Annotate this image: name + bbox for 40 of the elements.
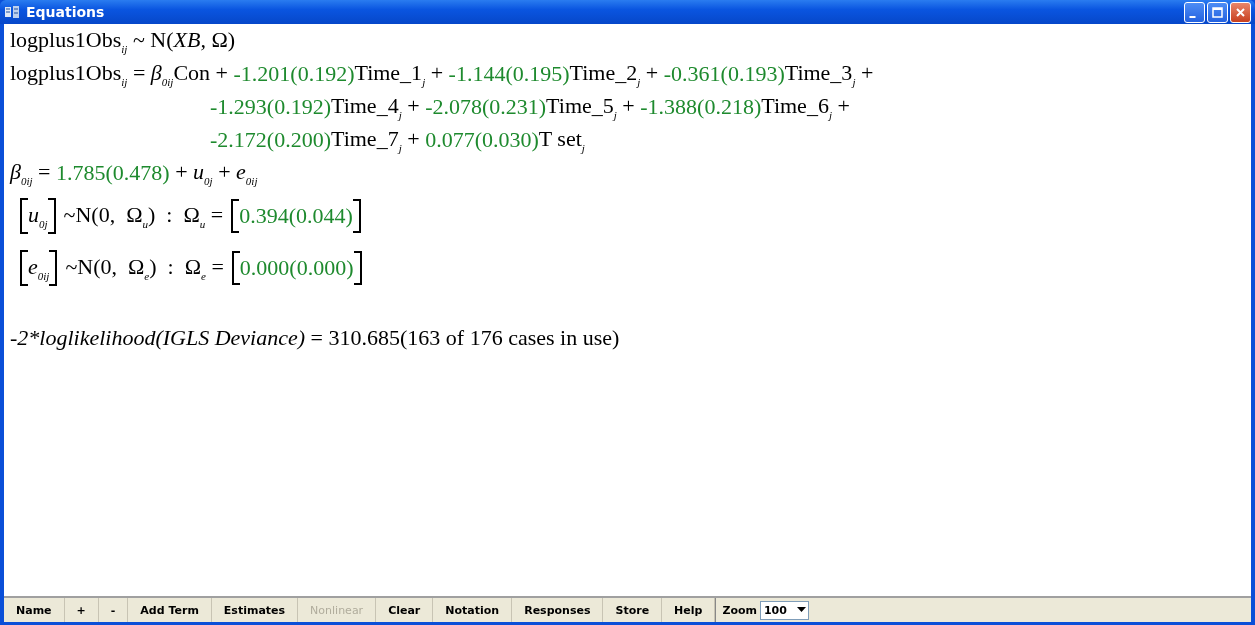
equation-term: Time_6$_{j}$ + [761,92,850,121]
minimize-icon [1189,16,1196,18]
zoom-dropdown[interactable]: 100 [759,600,809,620]
maximize-button[interactable] [1207,1,1228,23]
maximize-icon [1211,5,1224,19]
close-icon [1234,5,1247,19]
caret-icon [796,607,806,613]
equation-term: Time_5$_{j}$ + [546,92,636,121]
equation-term: ~N(0, Ω$_{u}$) : Ω$_{u}$ = [63,202,224,230]
equation-term: Time_3$_{j}$ + [784,59,874,88]
estimate-value: -1.201(0.192) [233,60,355,87]
equation-term: Time_7$_{j}$ + [331,125,421,154]
app-icon [4,5,20,19]
equation-term: logplus1Obs$_{ij}$ ~ N(XB, Ω) [10,26,236,55]
estimate-value: -2.078(0.231) [425,93,547,120]
estimate-value: -1.144(0.195) [448,60,570,87]
estimate-value: 1.785(0.478) [56,159,170,186]
estimate-value: -1.293(0.192) [210,93,331,120]
estimate-value: -0.361(0.193) [663,60,785,87]
window-title: Equations [26,4,106,20]
estimate-value: -1.388(0.218) [640,93,762,120]
minimize-button[interactable] [1184,1,1205,23]
covariance-matrix: 0.000(0.000) [231,251,362,285]
equation-term: = 310.685(163 of 176 cases in use) [309,324,620,351]
equation-term: + u$_{0j}$ + e$_{0ij}$ [174,158,258,187]
equation-term: Time_1$_{j}$ + [354,59,445,88]
estimate-value: 0.077(0.030) [425,126,539,153]
matrix: u$_{0j}$ [20,198,56,234]
equation-term: T set$_{j}$ [538,125,585,154]
equation-term: Time_2$_{j}$ + [569,59,660,88]
close-button[interactable] [1230,1,1251,23]
equation-term: Time_4$_{j}$ + [331,92,421,121]
equation-term: ~N(0, Ω$_{e}$) : Ω$_{e}$ = [65,254,224,282]
covariance-matrix: 0.394(0.044) [231,199,361,233]
estimate-value: -2.172(0.200) [210,126,331,153]
deviance-label: -2*loglikelihood(IGLS Deviance) [10,324,306,351]
equation-term: β$_{0ij}$ = [10,158,52,187]
matrix: e$_{0ij}$ [20,250,58,286]
zoom-label: Zoom [722,603,757,617]
equation-term: logplus1Obs$_{ij}$ = β$_{0ij}$Con + [10,59,229,88]
